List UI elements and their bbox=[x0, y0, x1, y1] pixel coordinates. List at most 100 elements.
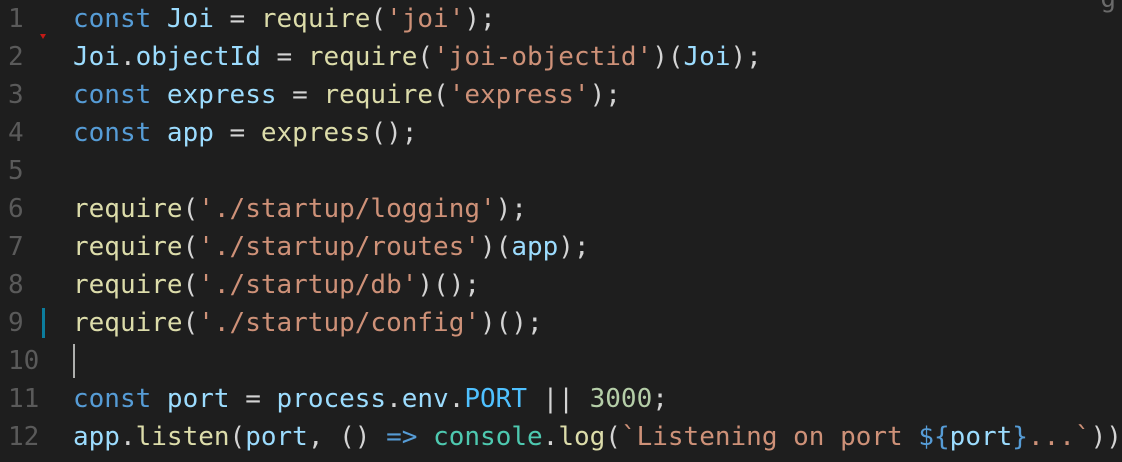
line-code: app.listen(port, () => console.log(`List… bbox=[73, 418, 1122, 456]
code-token: . bbox=[448, 384, 465, 414]
code-token: = bbox=[213, 4, 261, 34]
code-token: log bbox=[558, 422, 606, 452]
code-token: )( bbox=[480, 232, 512, 262]
line-code: require('./startup/routes')(app); bbox=[73, 228, 590, 266]
code-token: , () bbox=[307, 422, 387, 452]
code-token: ( bbox=[605, 422, 621, 452]
line-code: const Joi = require('joi'); bbox=[73, 0, 496, 38]
code-token: . bbox=[542, 422, 559, 452]
code-token: ${ bbox=[918, 422, 950, 452]
code-line[interactable]: 3 const express = require('express'); bbox=[0, 76, 1122, 114]
code-token: ); bbox=[464, 4, 496, 34]
code-token: (); bbox=[370, 118, 418, 148]
line-code: const app = express(); bbox=[73, 114, 417, 152]
code-line[interactable]: 2 Joi.objectId = require('joi-objectid')(… bbox=[0, 38, 1122, 76]
code-token: ( bbox=[433, 80, 449, 110]
code-token: './startup/config' bbox=[198, 308, 480, 338]
code-token: listen bbox=[135, 422, 230, 452]
modified-line-indicator[interactable] bbox=[42, 308, 45, 338]
code-token: ); bbox=[589, 80, 621, 110]
code-token: 'joi-objectid' bbox=[433, 42, 653, 72]
line-number: 9 bbox=[8, 308, 24, 338]
code-token: app bbox=[73, 422, 120, 452]
line-number: 5 bbox=[8, 156, 24, 186]
line-number: 7 bbox=[8, 232, 24, 262]
line-number: 6 bbox=[8, 194, 24, 224]
code-token: => bbox=[386, 422, 418, 452]
code-editor[interactable]: g 1const Joi = require('joi');2Joi.objec… bbox=[0, 0, 1122, 462]
code-line[interactable]: 9 require('./startup/config')(); bbox=[0, 304, 1122, 342]
code-token: ( bbox=[182, 308, 199, 338]
code-token: )(); bbox=[480, 308, 543, 338]
line-number: 10 bbox=[8, 346, 40, 376]
line-number: 1 bbox=[8, 4, 24, 34]
code-token: )( bbox=[652, 42, 684, 72]
code-token: port bbox=[166, 384, 230, 414]
code-line[interactable]: 12 app.listen(port, () => console.log(`Li… bbox=[0, 418, 1122, 456]
code-token: const bbox=[73, 80, 167, 110]
line-code: const express = require('express'); bbox=[73, 76, 621, 114]
code-token: } bbox=[1012, 422, 1028, 452]
code-line[interactable]: 6 require('./startup/logging'); bbox=[0, 190, 1122, 228]
code-token: . bbox=[386, 384, 402, 414]
line-number: 8 bbox=[8, 270, 24, 300]
code-token: ); bbox=[558, 232, 590, 262]
code-token: const bbox=[73, 4, 167, 34]
code-token: ); bbox=[730, 42, 762, 72]
code-token: ( bbox=[182, 270, 199, 300]
code-token: ( bbox=[370, 4, 387, 34]
code-token: env bbox=[401, 384, 449, 414]
code-token: require bbox=[73, 232, 183, 262]
code-token: Joi bbox=[683, 42, 731, 72]
code-line[interactable]: 5 bbox=[0, 152, 1122, 190]
code-token: require bbox=[323, 80, 434, 110]
code-token: require bbox=[73, 270, 183, 300]
code-token: PORT bbox=[464, 384, 527, 414]
code-line[interactable]: 7 require('./startup/routes')(app); bbox=[0, 228, 1122, 266]
code-line[interactable]: 4 const app = express(); bbox=[0, 114, 1122, 152]
code-token: . bbox=[119, 42, 136, 72]
code-token: app bbox=[166, 118, 214, 148]
code-token: = bbox=[229, 384, 277, 414]
code-token: require bbox=[73, 308, 183, 338]
code-token: require bbox=[307, 42, 418, 72]
code-token: ( bbox=[229, 422, 246, 452]
code-token: = bbox=[260, 42, 308, 72]
code-token: process bbox=[276, 384, 387, 414]
line-number: 3 bbox=[8, 80, 24, 110]
code-token: ( bbox=[182, 194, 199, 224]
code-token: './startup/db' bbox=[198, 270, 418, 300]
code-token: = bbox=[213, 118, 261, 148]
line-code: require('./startup/config')(); bbox=[73, 304, 543, 342]
code-line[interactable]: 1 const Joi = require('joi'); bbox=[0, 0, 1122, 39]
line-code: const port = process.env.PORT || 3000; bbox=[73, 380, 668, 418]
code-token: `Listening on port bbox=[620, 422, 919, 452]
code-token: )); bbox=[1090, 422, 1122, 452]
code-token: app bbox=[511, 232, 559, 262]
code-token: ...` bbox=[1027, 422, 1091, 452]
line-number: 12 bbox=[8, 422, 40, 452]
code-token: . bbox=[119, 422, 136, 452]
code-line[interactable]: 11 const port = process.env.PORT || 3000; bbox=[0, 380, 1122, 418]
code-token: objectId bbox=[135, 42, 261, 72]
text-cursor bbox=[73, 344, 75, 378]
code-line[interactable]: 8 require('./startup/db')(); bbox=[0, 266, 1122, 304]
code-token: Joi bbox=[166, 4, 214, 34]
line-code: Joi.objectId = require('joi-objectid')(J… bbox=[73, 38, 762, 76]
code-token: port bbox=[949, 422, 1013, 452]
code-token: ( bbox=[182, 232, 199, 262]
code-token: const bbox=[73, 384, 167, 414]
code-token: )(); bbox=[417, 270, 481, 300]
code-token: require bbox=[260, 4, 371, 34]
code-token: ; bbox=[652, 384, 668, 414]
code-line[interactable]: 10 bbox=[0, 342, 1122, 380]
code-token: port bbox=[245, 422, 308, 452]
code-token: ); bbox=[495, 194, 527, 224]
code-token: './startup/routes' bbox=[198, 232, 480, 262]
line-number: 11 bbox=[8, 384, 40, 414]
code-token: ( bbox=[417, 42, 434, 72]
code-token: || bbox=[527, 384, 590, 414]
code-token: Joi bbox=[73, 42, 120, 72]
line-number: 4 bbox=[8, 118, 24, 148]
